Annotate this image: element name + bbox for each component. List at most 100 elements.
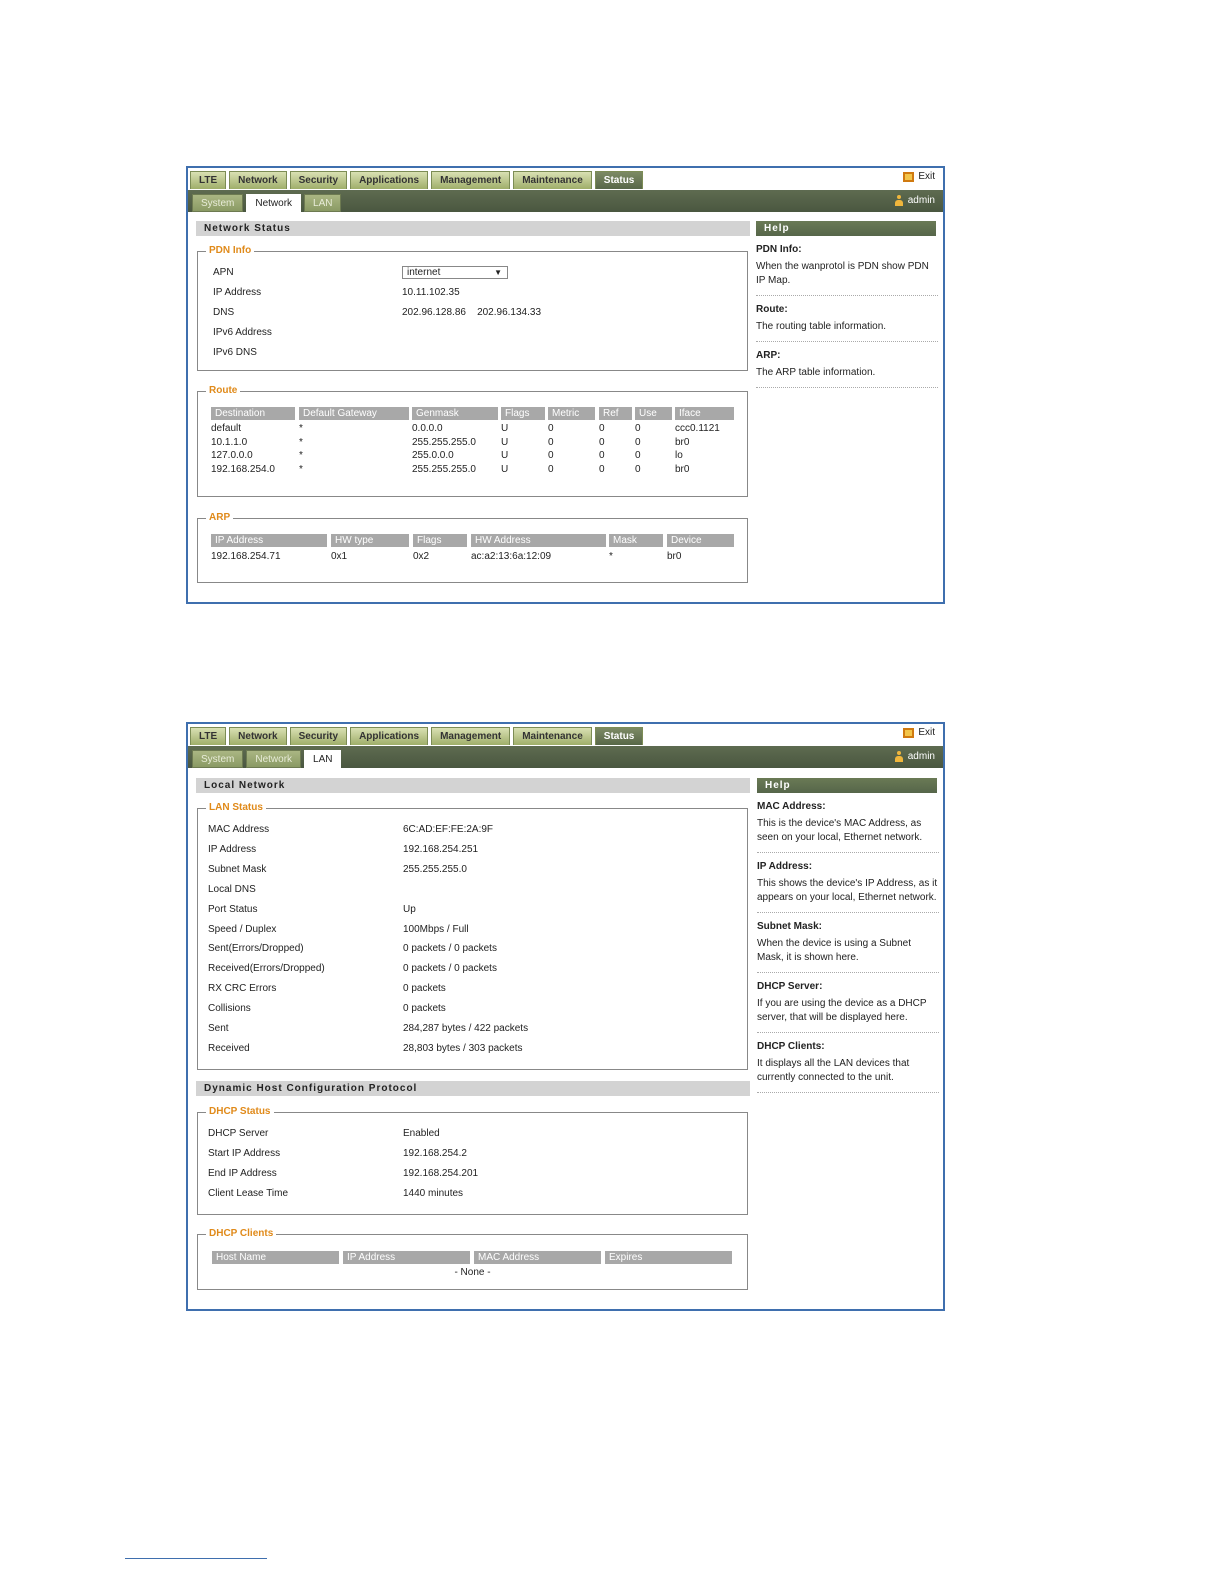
dhcp-clients-panel: DHCP Clients Host Name IP Address MAC Ad…: [197, 1228, 748, 1290]
exit-icon: [903, 727, 915, 738]
subtab-network[interactable]: Network: [246, 750, 302, 768]
route-cell: 0: [599, 423, 605, 434]
sub-menu-bar: System Network LAN admin: [188, 190, 943, 212]
exit-icon: [903, 171, 915, 182]
route-col-destination: Destination: [211, 407, 295, 420]
subtab-network[interactable]: Network: [246, 194, 302, 212]
user-indicator: admin: [894, 195, 935, 206]
lan-status-value: 100Mbps / Full: [403, 923, 469, 935]
help-item: DHCP Server: If you are using the device…: [757, 981, 939, 1033]
route-col-metric: Metric: [548, 407, 595, 420]
help-item-title: DHCP Clients:: [757, 1041, 825, 1052]
route-col-iface: Iface: [675, 407, 734, 420]
lan-status-row: Collisions 0 packets: [198, 1002, 747, 1016]
route-cell: 0: [548, 423, 554, 434]
lan-status-label: Local DNS: [208, 883, 256, 895]
route-col-gateway: Default Gateway: [299, 407, 409, 420]
ipv6-dns-row: IPv6 DNS: [198, 346, 747, 360]
route-cell: 0: [635, 436, 641, 448]
lan-status-row: RX CRC Errors 0 packets: [198, 982, 747, 996]
tab-maintenance[interactable]: Maintenance: [513, 171, 592, 189]
help-item-desc: The ARP table information.: [756, 367, 876, 378]
tab-status[interactable]: Status: [594, 727, 644, 745]
lan-status-value: 6C:AD:EF:FE:2A:9F: [403, 824, 494, 835]
tab-applications[interactable]: Applications: [350, 727, 429, 745]
dhcp-status-row: Client Lease Time 1440 minutes: [198, 1187, 747, 1201]
lan-status-label: Subnet Mask: [208, 863, 267, 875]
dhcp-status-label: Client Lease Time: [208, 1188, 289, 1199]
ip-label: IP Address: [213, 287, 262, 298]
help-item-desc: When the wanprotol is PDN show PDN IP Ma…: [756, 261, 929, 286]
lan-status-row: IP Address 192.168.254.251: [198, 843, 747, 857]
dhcp-col-expires: Expires: [605, 1251, 732, 1264]
arp-col-hwaddress: HW Address: [471, 534, 606, 547]
exit-button[interactable]: Exit: [903, 727, 935, 738]
tab-applications[interactable]: Applications: [350, 171, 429, 189]
lan-status-value: Up: [403, 903, 416, 915]
help-item: Route: The routing table information.: [756, 304, 938, 342]
dhcp-clients-header: Host Name IP Address MAC Address Expires: [212, 1251, 734, 1264]
route-cell: 0: [548, 436, 554, 448]
footnote-separator: [125, 1558, 267, 1559]
dns-label: DNS: [213, 307, 235, 318]
ipv6-row: IPv6 Address: [198, 326, 747, 340]
route-cell: 0: [599, 450, 605, 461]
help-item-desc: This shows the device's IP Address, as i…: [757, 878, 938, 903]
tab-management[interactable]: Management: [431, 727, 511, 745]
user-icon: [894, 751, 903, 762]
route-cell: 192.168.254.0: [211, 463, 275, 475]
ip-row: IP Address 10.11.102.35: [198, 286, 747, 300]
tab-network[interactable]: Network: [229, 727, 287, 745]
route-cell: 0: [599, 436, 605, 448]
arp-table-header: IP Address HW type Flags HW Address Mask…: [211, 534, 736, 547]
lan-status-row: Speed / Duplex 100Mbps / Full: [198, 923, 747, 937]
lan-status-label: RX CRC Errors: [208, 983, 277, 995]
arp-col-flags: Flags: [413, 534, 467, 547]
route-col-flags: Flags: [501, 407, 545, 420]
route-panel: Route Destination Default Gateway Genmas…: [197, 385, 748, 497]
lan-status-value: 0 packets: [403, 983, 446, 995]
arp-cell-mask: *: [609, 551, 613, 562]
tab-management[interactable]: Management: [431, 171, 511, 189]
subtab-lan[interactable]: LAN: [304, 750, 342, 768]
help-item-desc: If you are using the device as a DHCP se…: [757, 998, 927, 1023]
tab-security[interactable]: Security: [289, 727, 348, 745]
route-cell: *: [299, 423, 303, 434]
dhcp-clients-empty: - None -: [454, 1267, 491, 1278]
route-cell: U: [501, 436, 509, 448]
lan-status-row: Sent 284,287 bytes / 422 packets: [198, 1022, 747, 1036]
arp-col-hwtype: HW type: [331, 534, 409, 547]
dhcp-status-legend: DHCP Status: [206, 1106, 274, 1118]
tab-network[interactable]: Network: [229, 171, 287, 189]
lan-status-label: IP Address: [208, 843, 257, 855]
tab-lte[interactable]: LTE: [190, 171, 227, 189]
exit-label: Exit: [918, 727, 935, 738]
help-panel: MAC Address: This is the device's MAC Ad…: [757, 801, 939, 1101]
exit-button[interactable]: Exit: [903, 171, 935, 182]
route-cell: U: [501, 450, 509, 461]
section-title: Network Status: [196, 221, 750, 236]
subtab-system[interactable]: System: [192, 194, 244, 212]
lan-status-label: Sent(Errors/Dropped): [208, 943, 304, 955]
tab-lte[interactable]: LTE: [190, 727, 227, 745]
help-item-desc: The routing table information.: [756, 321, 887, 332]
help-title: Help: [756, 221, 936, 236]
lan-status-value: 255.255.255.0: [403, 863, 467, 875]
tab-maintenance[interactable]: Maintenance: [513, 727, 592, 745]
subtab-lan[interactable]: LAN: [304, 194, 342, 212]
lan-status-row: MAC Address 6C:AD:EF:FE:2A:9F: [198, 823, 747, 837]
help-item: DHCP Clients: It displays all the LAN de…: [757, 1041, 939, 1093]
lan-status-label: Received: [208, 1042, 250, 1054]
lan-status-value: 28,803 bytes / 303 packets: [403, 1042, 523, 1054]
tab-status[interactable]: Status: [594, 171, 644, 189]
lan-status-value: 0 packets / 0 packets: [403, 943, 497, 955]
apn-select[interactable]: internet ▼: [402, 266, 508, 279]
subtab-system[interactable]: System: [192, 750, 244, 768]
lan-status-row: Received(Errors/Dropped) 0 packets / 0 pa…: [198, 962, 747, 976]
route-legend: Route: [206, 385, 241, 397]
route-cell: br0: [675, 436, 690, 448]
arp-panel: ARP IP Address HW type Flags HW Address …: [197, 512, 748, 583]
dhcp-status-value: 192.168.254.201: [403, 1168, 479, 1179]
tab-security[interactable]: Security: [289, 171, 348, 189]
dhcp-status-value: 192.168.254.2: [403, 1148, 467, 1159]
